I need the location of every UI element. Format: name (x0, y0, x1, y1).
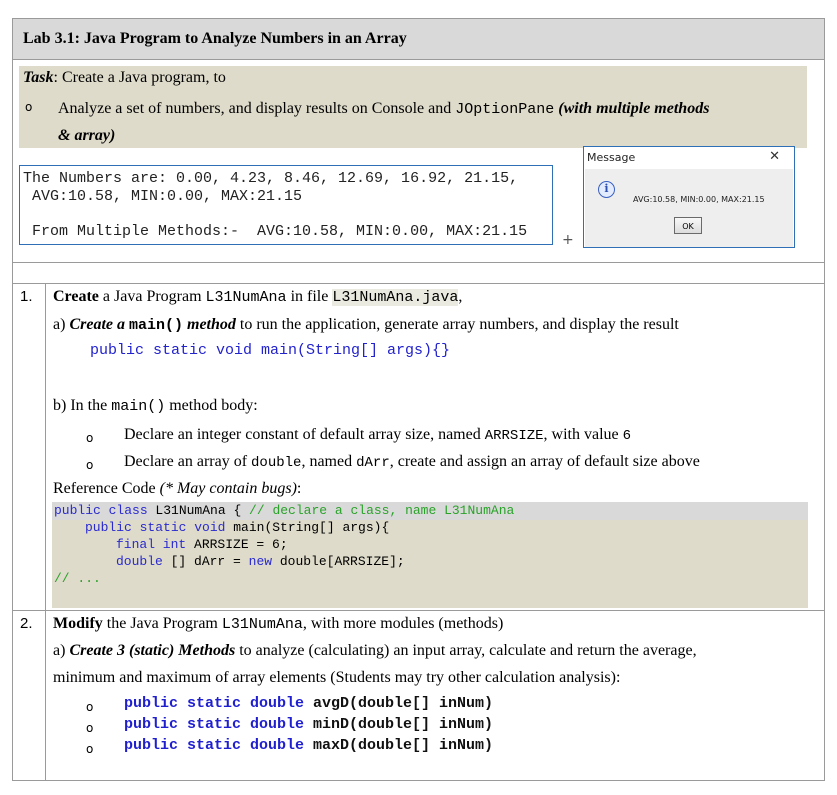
step-2a-line: a) Create 3 (static) Methods to analyze … (53, 642, 697, 659)
code-line-4: double [] dArr = new double[ARRSIZE]; (116, 554, 405, 569)
task-line: Task: Create a Java program, to (23, 69, 226, 87)
dialog-message: AVG:10.58, MIN:0.00, MAX:21.15 (633, 195, 765, 204)
close-icon[interactable]: ✕ (769, 149, 780, 164)
task-box: Task: Create a Java program, to o Analyz… (19, 66, 807, 148)
info-icon: i (598, 181, 615, 198)
bullet-icon: o (86, 742, 94, 756)
step-1b-bullet-1: Declare an integer constant of default a… (124, 426, 632, 444)
console-line-2: AVG:10.58, MIN:0.00, MAX:21.15 (23, 188, 303, 205)
bullet-icon: o (86, 700, 94, 714)
code-line-2: public static void main(String[] args){ (85, 520, 390, 535)
ok-button[interactable]: OK (674, 217, 702, 234)
divider (13, 262, 824, 263)
dialog-title: Message (587, 151, 636, 164)
step-1-number: 1. (20, 288, 33, 305)
bullet-icon: o (25, 100, 33, 114)
bullet-icon: o (86, 458, 94, 472)
step-1-line: Create a Java Program L31NumAna in file … (53, 288, 463, 306)
lab-title: Lab 3.1: Java Program to Analyze Numbers… (23, 30, 407, 47)
method-min: public static double minD(double[] inNum… (124, 716, 494, 733)
console-line-3: From Multiple Methods:- AVG:10.58, MIN:0… (23, 223, 528, 240)
step-1a-line: a) Create a main() method to run the app… (53, 316, 679, 334)
method-avg: public static double avgD(double[] inNum… (124, 695, 494, 712)
console-line-1: The Numbers are: 0.00, 4.23, 8.46, 12.69… (23, 170, 519, 187)
bullet-icon: o (86, 431, 94, 445)
task-text: : Create a Java program, to (53, 69, 226, 86)
console-output: The Numbers are: 0.00, 4.23, 8.46, 12.69… (19, 165, 553, 245)
code-line-3: final int ARRSIZE = 6; (116, 537, 288, 552)
title-row: Lab 3.1: Java Program to Analyze Numbers… (13, 19, 824, 60)
step-1b-line: b) In the main() method body: (53, 397, 258, 415)
task-label: Task (23, 69, 54, 86)
step-2a-line-2: minimum and maximum of array elements (S… (53, 669, 621, 686)
task-bullet-text: Analyze a set of numbers, and display re… (58, 100, 710, 144)
step-1b-bullet-2: Declare an array of double, named dArr, … (124, 453, 700, 471)
divider (13, 610, 824, 611)
divider (13, 283, 824, 284)
reference-code-block: public class L31NumAna { // declare a cl… (52, 502, 808, 608)
step-2-number: 2. (20, 615, 33, 632)
message-dialog: Message ✕ i AVG:10.58, MIN:0.00, MAX:21.… (583, 146, 795, 248)
dialog-body: i AVG:10.58, MIN:0.00, MAX:21.15 OK (585, 169, 793, 247)
method-max: public static double maxD(double[] inNum… (124, 737, 494, 754)
code-line-5: // ... (54, 571, 101, 586)
bullet-icon: o (86, 721, 94, 735)
reference-code-label: Reference Code (* May contain bugs): (53, 480, 302, 497)
step-2-line: Modify the Java Program L31NumAna, with … (53, 615, 504, 633)
plus-icon: + (562, 232, 574, 248)
column-divider (45, 283, 46, 781)
code-line-1: public class L31NumAna { // declare a cl… (54, 503, 515, 518)
main-signature: public static void main(String[] args){} (90, 342, 451, 359)
